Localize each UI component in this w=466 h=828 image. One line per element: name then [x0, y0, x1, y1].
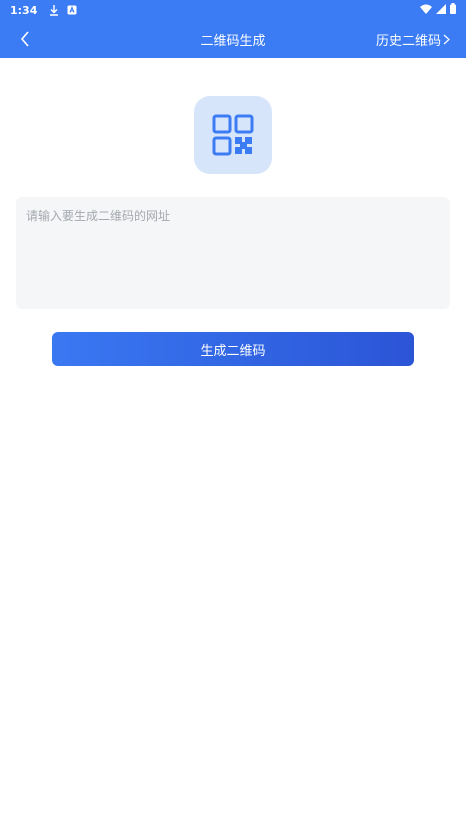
qr-code-tile [194, 96, 272, 174]
history-label: 历史二维码 [375, 34, 441, 49]
generate-qr-button[interactable]: 生成二维码 [52, 332, 414, 366]
a-box-icon [67, 5, 77, 15]
url-input[interactable] [16, 197, 450, 309]
back-button[interactable] [14, 28, 36, 50]
battery-icon [450, 3, 456, 17]
chevron-right-icon [443, 34, 450, 45]
qr-code-icon [212, 114, 254, 156]
chevron-left-icon [20, 31, 29, 47]
wifi-icon [420, 4, 432, 17]
status-bar: 1:34 [0, 0, 466, 20]
status-time: 1:34 [10, 3, 38, 17]
history-link[interactable]: 历史二维码 [376, 30, 450, 49]
download-icon [49, 4, 59, 16]
signal-icon [436, 3, 446, 17]
app-bar: 二维码生成 历史二维码 [0, 20, 466, 58]
